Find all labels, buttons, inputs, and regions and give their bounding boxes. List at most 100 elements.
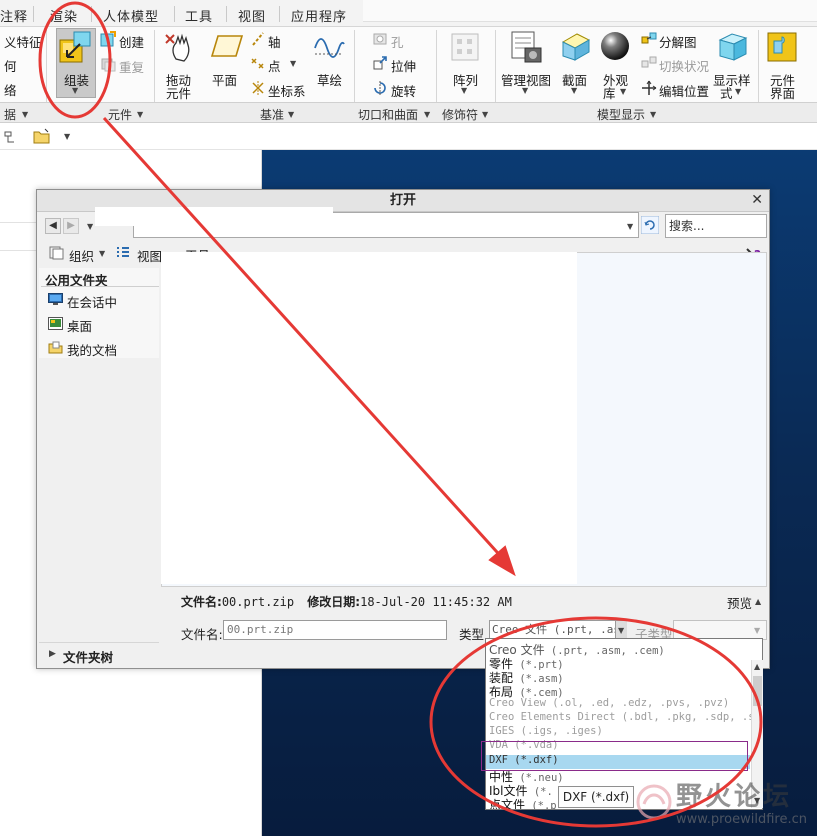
group-model-display-caret[interactable]: ▼ [650, 110, 656, 119]
forward-arrow-icon[interactable]: ▶ [63, 218, 79, 234]
preview-caret[interactable]: ▲ [755, 597, 761, 606]
type-option-creo-view[interactable]: Creo View (.ol, .ed, .edz, .pvs, .pvz) [489, 697, 729, 709]
drag-component-label-2[interactable]: 元件 [166, 83, 191, 102]
filename-input[interactable]: 00.prt.zip [223, 620, 447, 640]
folder-desktop[interactable]: 桌面 [67, 316, 92, 335]
folder-in-session[interactable]: 在会话中 [67, 292, 117, 311]
back-arrow-icon[interactable]: ◀ [45, 218, 61, 234]
organize-button[interactable]: 组织 [69, 246, 94, 265]
quick-bar-caret[interactable]: ▼ [64, 132, 70, 141]
tab-separator [226, 6, 227, 22]
explode-view-button[interactable]: 分解图 [659, 32, 697, 51]
section-icon [561, 33, 591, 61]
point-caret[interactable]: ▼ [290, 59, 296, 68]
coordinate-system-icon [252, 81, 264, 95]
component-interface-label-2[interactable]: 界面 [770, 83, 795, 102]
coordinate-system-button[interactable]: 坐标系 [268, 81, 306, 100]
tab-render[interactable]: 渲染 [50, 6, 78, 25]
group-cut-surface-label[interactable]: 切口和曲面 [358, 106, 418, 123]
type-option-creo-elements-direct[interactable]: Creo Elements Direct (.bdl, .pkg, .sdp, … [489, 711, 761, 723]
point-button[interactable]: 点 [268, 56, 281, 75]
display-style-icon [718, 33, 748, 61]
organize-caret[interactable]: ▼ [99, 249, 105, 258]
my-documents-icon [48, 341, 63, 354]
section-caret[interactable]: ▼ [571, 86, 577, 95]
preview-toggle[interactable]: 预览 [727, 593, 752, 612]
create-icon [100, 31, 116, 47]
scroll-thumb[interactable] [753, 676, 762, 706]
group-datum-label[interactable]: 基准 [260, 106, 284, 123]
folder-my-documents[interactable]: 我的文档 [67, 340, 117, 359]
type-option-point-file[interactable]: 点文件 (*.p [489, 796, 557, 809]
tab-tools[interactable]: 工具 [185, 6, 213, 25]
appearance-caret[interactable]: ▼ [620, 87, 626, 96]
folder-tree-expand-icon[interactable]: ▶ [49, 649, 56, 659]
ribbon-fragment-3[interactable]: 络 [4, 80, 17, 99]
tab-view[interactable]: 视图 [238, 6, 266, 25]
views-button[interactable]: 视图 [137, 246, 162, 265]
group-datum-caret[interactable]: ▼ [288, 110, 294, 119]
sketch-button[interactable]: 草绘 [317, 70, 342, 89]
extrude-button[interactable]: 拉伸 [391, 56, 416, 75]
ribbon-fragment-2[interactable]: 何 [4, 56, 17, 75]
dxf-highlight-box [481, 741, 748, 771]
watermark-url: www.proewildfire.cn [676, 812, 807, 827]
extrude-icon [373, 56, 387, 70]
file-list-redacted [161, 252, 577, 584]
folder-tree-label[interactable]: 文件夹树 [63, 647, 113, 666]
display-style-caret[interactable]: ▼ [735, 87, 741, 96]
file-type-dropdown-button[interactable]: ▼ [615, 621, 627, 639]
toggle-state-icon [641, 56, 657, 68]
search-input[interactable]: 搜索... [665, 214, 767, 238]
tab-annotation[interactable]: 注释 [0, 6, 28, 25]
file-type-select[interactable]: Creo 文件 (.prt, .as [489, 620, 627, 640]
group-component-label[interactable]: 元件 [108, 106, 132, 123]
group-modifier-label[interactable]: 修饰符 [442, 106, 478, 123]
repeat-button[interactable]: 重复 [119, 57, 144, 76]
chevron-down-icon: ▼ [754, 626, 761, 635]
pattern-caret[interactable]: ▼ [461, 86, 467, 95]
hole-button[interactable]: 孔 [391, 32, 404, 51]
revolve-button[interactable]: 旋转 [391, 81, 416, 100]
desktop-icon [48, 317, 63, 330]
close-icon[interactable]: ✕ [751, 192, 763, 208]
watermark-text: 野火论坛 [676, 782, 793, 812]
organize-icon [49, 246, 64, 260]
filename-label: 文件名: [181, 627, 223, 642]
tab-separator [33, 6, 34, 22]
refresh-icon[interactable] [641, 216, 659, 234]
create-button[interactable]: 创建 [119, 32, 144, 51]
plane-button[interactable]: 平面 [212, 70, 237, 89]
tab-applications[interactable]: 应用程序 [291, 6, 347, 25]
manage-views-caret[interactable]: ▼ [522, 86, 528, 95]
repeat-icon [101, 58, 116, 72]
edit-position-button[interactable]: 编辑位置 [659, 81, 709, 100]
ribbon-tab-bar: 注释 渲染 人体模型 工具 视图 应用程序 [0, 0, 817, 27]
appearance-label-2[interactable]: 库 [603, 83, 616, 102]
group-modifier-caret[interactable]: ▼ [482, 110, 488, 119]
hole-icon [373, 33, 387, 45]
group-data-label[interactable]: 据 [4, 106, 16, 123]
axis-icon [252, 32, 264, 46]
scroll-up-icon[interactable]: ▲ [754, 662, 760, 671]
point-icon [251, 58, 264, 69]
assemble-caret[interactable]: ▼ [72, 86, 78, 95]
tab-separator [279, 6, 280, 22]
tree-icon[interactable] [4, 130, 16, 144]
display-style-label-2[interactable]: 式 [720, 83, 733, 102]
sketch-icon [314, 38, 345, 58]
history-caret[interactable]: ▼ [87, 222, 93, 231]
path-dropdown-caret[interactable]: ▼ [627, 222, 633, 231]
type-option-iges[interactable]: IGES (.igs, .iges) [489, 725, 603, 737]
axis-button[interactable]: 轴 [268, 32, 281, 51]
open-folder-icon[interactable] [33, 128, 51, 144]
tab-human-model[interactable]: 人体模型 [103, 6, 159, 25]
group-data-caret[interactable]: ▼ [22, 110, 28, 119]
subtype-select[interactable]: ▼ [673, 620, 767, 640]
group-model-display-label[interactable]: 模型显示 [597, 106, 645, 123]
group-cut-surface-caret[interactable]: ▼ [424, 110, 430, 119]
toggle-state-button[interactable]: 切换状况 [659, 56, 709, 75]
group-component-caret[interactable]: ▼ [137, 110, 143, 119]
info-date-label: 修改日期: [307, 595, 361, 609]
ribbon-fragment-1[interactable]: 义特征 [4, 32, 42, 51]
